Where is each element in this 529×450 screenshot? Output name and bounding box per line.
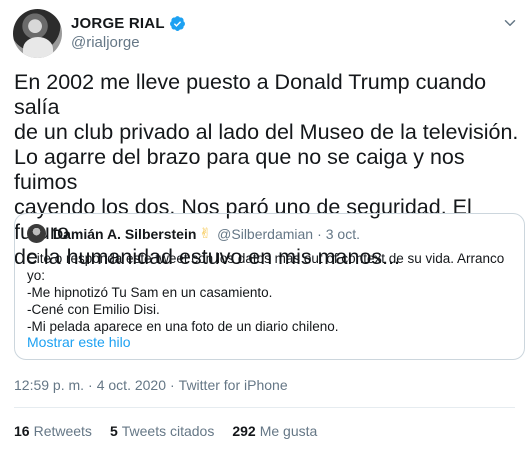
likes-label: Me gusta — [259, 423, 318, 439]
quoted-line: Cite o responda este tweet con los datos… — [27, 251, 505, 266]
quoted-line: -Cené con Emilio Disi. — [27, 302, 160, 317]
quoted-line: yo: — [27, 268, 46, 283]
retweets-label: Retweets — [33, 423, 92, 439]
show-thread-link[interactable]: Mostrar este hilo — [27, 334, 130, 350]
quotes-stat[interactable]: 5 Tweets citados — [110, 423, 214, 439]
quoted-tweet[interactable]: Damián A. Silberstein ✌ @Silberdamian · … — [14, 213, 525, 360]
divider — [14, 407, 515, 408]
chevron-down-icon[interactable] — [501, 14, 519, 32]
quoted-separator: · — [317, 225, 322, 242]
quoted-tweet-text: Cite o responda este tweet con los datos… — [27, 250, 515, 335]
quoted-date: 3 oct. — [325, 225, 360, 242]
author-handle[interactable]: @rialjorge — [71, 34, 140, 51]
meta-separator: · — [170, 377, 175, 393]
tweet-stats: 16 Retweets 5 Tweets citados 292 Me gust… — [14, 423, 335, 439]
tweet-card: JORGE RIAL @rialjorge En 2002 me lleve p… — [0, 0, 529, 450]
quoted-author-avatar — [27, 224, 46, 243]
tweet-source[interactable]: Twitter for iPhone — [179, 377, 288, 393]
author-avatar[interactable] — [13, 9, 62, 58]
tweet-date[interactable]: 4 oct. 2020 — [97, 377, 166, 393]
verified-badge-icon — [169, 16, 185, 31]
likes-count: 292 — [232, 423, 256, 439]
victory-hand-emoji: ✌ — [199, 225, 212, 241]
quoted-line: -Mi pelada aparece en una foto de un dia… — [27, 319, 339, 334]
tweet-time[interactable]: 12:59 p. m. — [14, 377, 84, 393]
quoted-line: -Me hipnotizó Tu Sam en un casamiento. — [27, 285, 273, 300]
author-display-name[interactable]: JORGE RIAL — [71, 15, 165, 32]
quoted-tweet-header: Damián A. Silberstein ✌ @Silberdamian · … — [53, 225, 360, 242]
tweet-meta: 12:59 p. m. · 4 oct. 2020 · Twitter for … — [14, 377, 288, 393]
author-name-row: JORGE RIAL — [71, 15, 186, 32]
quoted-author-name: Damián A. Silberstein — [53, 225, 197, 242]
likes-stat[interactable]: 292 Me gusta — [232, 423, 317, 439]
quotes-label: Tweets citados — [121, 423, 215, 439]
quotes-count: 5 — [109, 423, 118, 439]
retweets-stat[interactable]: 16 Retweets — [14, 423, 92, 439]
quoted-author-handle: @Silberdamian — [217, 225, 314, 242]
meta-separator: · — [88, 377, 93, 393]
retweets-count: 16 — [14, 423, 30, 439]
